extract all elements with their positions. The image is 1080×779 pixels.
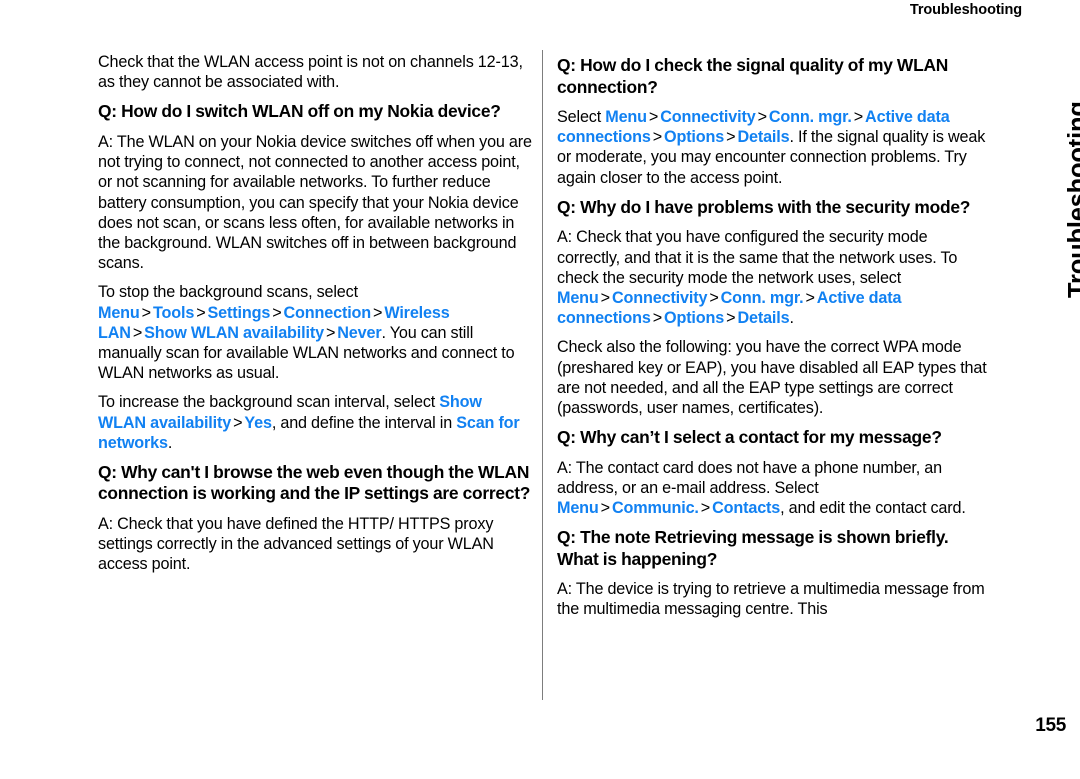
signal-quality-lead: Select [557,108,606,126]
path-separator: > [652,309,663,328]
ui-path-show-wlan-availability[interactable]: Show WLAN availability [144,324,324,342]
select-contact-lead: A: The contact card does not have a phon… [557,458,942,497]
paragraph-channels: Check that the WLAN access point is not … [98,53,523,92]
ui-path-communic[interactable]: Communic. [612,499,699,517]
ui-path-conn-mgr[interactable]: Conn. mgr. [721,289,804,307]
stop-scans-lead: To stop the background scans, select [98,283,358,302]
ui-path-tools[interactable]: Tools [153,304,194,322]
path-separator: > [196,303,206,322]
paragraph-select-contact-answer: A: The contact card does not have a phon… [557,458,991,519]
paragraph-signal-quality-answer: Select Menu > Connectivity > Conn. mgr. > Acti… [557,107,991,188]
path-separator: > [700,499,711,518]
path-separator: > [132,323,143,342]
ui-path-settings[interactable]: Settings [208,304,271,322]
page-number: 155 [1035,715,1066,736]
path-separator: > [233,413,243,432]
path-separator: > [325,323,336,342]
ui-path-menu[interactable]: Menu [557,289,599,307]
paragraph-stop-background-scans: To stop the background scans, select Men… [98,282,532,383]
heading-browse-web: Q: Why can't I browse the web even thoug… [98,461,531,504]
ui-path-contacts[interactable]: Contacts [712,499,780,517]
paragraph-check-also: Check also the following: you have the c… [557,338,987,417]
chapter-tab-label: Troubleshooting [1064,101,1080,298]
path-separator: > [141,303,151,322]
heading-switch-wlan-off: Q: How do I switch WLAN off on my Nokia … [98,101,501,122]
ui-path-menu[interactable]: Menu [605,108,647,126]
path-separator: > [600,499,610,518]
heading-security-mode: Q: Why do I have problems with the secur… [557,196,971,217]
ui-path-connection[interactable]: Connection [284,304,372,322]
paragraph-browse-web-answer: A: Check that you have defined the HTTP/… [98,514,494,574]
paragraph-switch-off-answer: A: The WLAN on your Nokia device switche… [98,132,532,273]
path-separator: > [272,303,282,322]
paragraph-retrieving-note-answer: A: The device is trying to retrieve a mu… [557,580,985,619]
path-separator: > [600,288,610,307]
heading-signal-quality: Q: How do I check the signal quality of … [557,55,949,97]
increase-interval-tail: . [167,433,173,452]
path-separator: > [726,128,736,147]
ui-path-connectivity[interactable]: Connectivity [660,108,755,126]
increase-interval-mid: , and define the interval in [271,413,457,432]
security-mode-tail: . [789,309,794,328]
paragraph-increase-scan-interval: To increase the background scan interval… [98,392,532,453]
path-separator: > [853,108,864,126]
ui-path-menu[interactable]: Menu [98,304,140,322]
right-column: Q: How do I check the signal quality of … [557,52,991,629]
paragraph-security-mode-answer: A: Check that you have configured the se… [557,227,991,328]
ui-path-yes[interactable]: Yes [244,414,272,432]
ui-path-options[interactable]: Options [664,309,724,327]
ui-path-never[interactable]: Never [337,324,381,342]
path-separator: > [652,128,663,147]
select-contact-tail: , and edit the contact card. [780,499,966,518]
path-separator: > [726,309,736,328]
ui-path-menu[interactable]: Menu [557,499,599,517]
chapter-tab: Troubleshooting [1034,30,1080,300]
heading-select-contact: Q: Why can’t I select a contact for my m… [557,427,942,448]
heading-retrieving-note: Q: The note Retrieving message is shown … [557,527,949,569]
ui-path-options[interactable]: Options [664,128,724,146]
path-separator: > [648,108,659,126]
path-separator: > [709,288,719,307]
path-separator: > [373,303,383,322]
ui-path-details[interactable]: Details [737,309,789,327]
ui-path-conn-mgr[interactable]: Conn. mgr. [769,108,852,126]
ui-path-connectivity[interactable]: Connectivity [612,289,707,307]
ui-path-details[interactable]: Details [737,128,789,146]
running-header: Troubleshooting [909,2,1022,18]
left-column: Check that the WLAN access point is not … [98,52,532,584]
path-separator: > [805,288,815,307]
increase-interval-lead: To increase the background scan interval… [98,393,440,412]
column-divider [542,50,543,700]
security-mode-lead: A: Check that you have configured the se… [557,228,958,287]
path-separator: > [757,108,767,126]
